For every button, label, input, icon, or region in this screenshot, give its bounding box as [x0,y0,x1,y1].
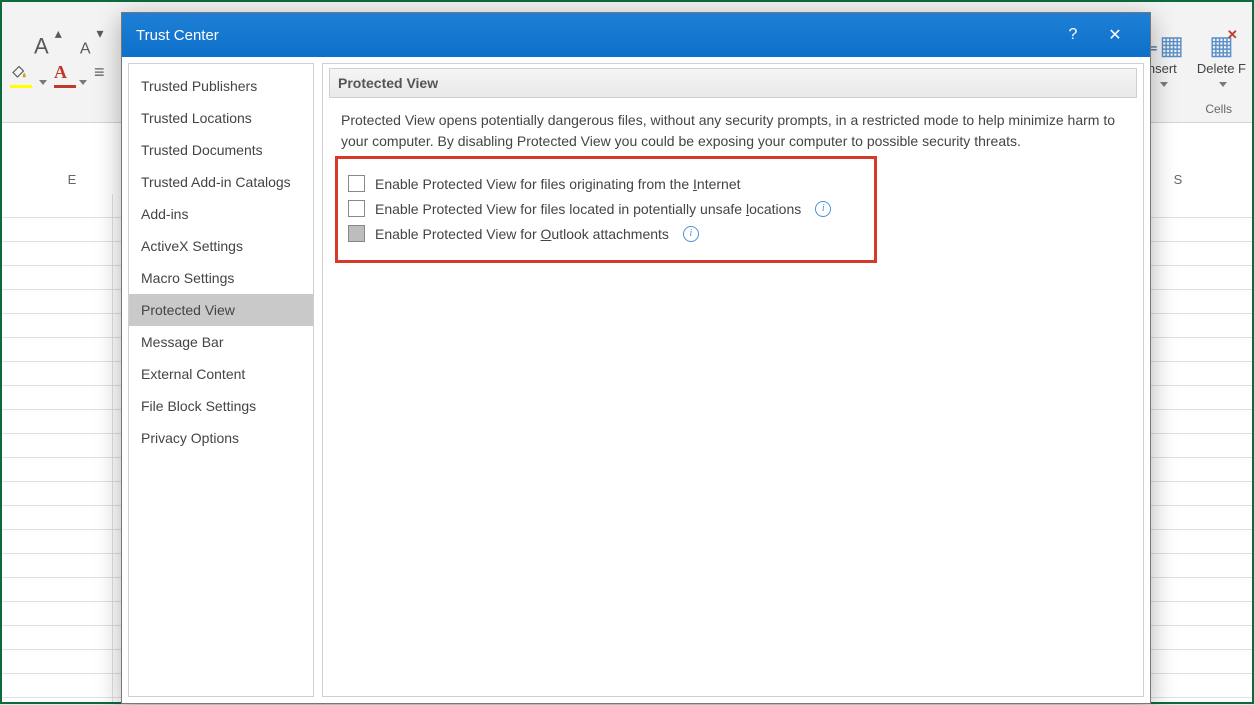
insert-dropdown-icon[interactable] [1160,82,1168,87]
nav-item-trusted-locations[interactable]: Trusted Locations [129,102,313,134]
delete-dropdown-icon[interactable] [1219,82,1227,87]
protected-view-option-0: Enable Protected View for files originat… [348,175,864,192]
paint-bucket-icon [10,62,28,80]
close-button[interactable]: ✕ [1094,13,1136,57]
section-header: Protected View [329,68,1137,98]
protected-view-pane: Protected View Protected View opens pote… [322,63,1144,697]
help-button[interactable]: ? [1052,13,1094,57]
dialog-title: Trust Center [136,27,219,44]
info-icon[interactable]: i [815,201,831,217]
nav-item-trusted-add-in-catalogs[interactable]: Trusted Add-in Catalogs [129,166,313,198]
option-checkbox-1[interactable] [348,200,365,217]
nav-item-external-content[interactable]: External Content [129,358,313,390]
nav-item-message-bar[interactable]: Message Bar [129,326,313,358]
delete-cells-button[interactable]: ▦ ✕ Delete F [1197,30,1246,91]
nav-item-trusted-publishers[interactable]: Trusted Publishers [129,70,313,102]
cells-group-label: Cells [1205,102,1232,116]
nav-item-privacy-options[interactable]: Privacy Options [129,422,313,454]
dialog-titlebar: Trust Center ? ✕ [122,13,1150,57]
info-icon[interactable]: i [683,226,699,242]
delete-label: Delete F [1197,61,1246,76]
insert-cells-icon: ▦ [1159,30,1184,60]
nav-item-protected-view[interactable]: Protected View [129,294,313,326]
column-header-e[interactable]: E [12,172,132,194]
app-window: A▴ A▾ A ≡ ⇐ ▦ nsert ▦ ✕ [0,0,1254,704]
nav-item-add-ins[interactable]: Add-ins [129,198,313,230]
font-color-dropdown-icon[interactable] [79,80,87,85]
font-color-swatch [54,85,76,88]
font-color-button[interactable]: A [54,62,76,88]
fill-dropdown-icon[interactable] [39,80,47,85]
delete-x-icon: ✕ [1227,27,1238,43]
nav-item-macro-settings[interactable]: Macro Settings [129,262,313,294]
close-icon: ✕ [1108,25,1121,45]
nav-item-trusted-documents[interactable]: Trusted Documents [129,134,313,166]
options-callout: Enable Protected View for files originat… [335,156,877,263]
option-label-0: Enable Protected View for files originat… [375,176,741,192]
option-label-1: Enable Protected View for files located … [375,201,801,217]
grow-shrink-font[interactable]: A▴ A▾ [34,32,110,59]
option-checkbox-2[interactable] [348,225,365,242]
font-color-a-icon: A [54,62,67,82]
protected-view-option-2: Enable Protected View for Outlook attach… [348,225,864,242]
fill-color-button[interactable] [10,62,32,88]
protected-view-option-1: Enable Protected View for files located … [348,200,864,217]
align-icon[interactable]: ≡ [94,62,105,83]
nav-item-file-block-settings[interactable]: File Block Settings [129,390,313,422]
option-checkbox-0[interactable] [348,175,365,192]
nav-item-activex-settings[interactable]: ActiveX Settings [129,230,313,262]
fill-swatch [10,85,32,88]
section-description: Protected View opens potentially dangero… [341,110,1133,152]
trust-center-nav: Trusted PublishersTrusted LocationsTrust… [128,63,314,697]
option-label-2: Enable Protected View for Outlook attach… [375,226,669,242]
trust-center-dialog: Trust Center ? ✕ Trusted PublishersTrust… [121,12,1151,704]
